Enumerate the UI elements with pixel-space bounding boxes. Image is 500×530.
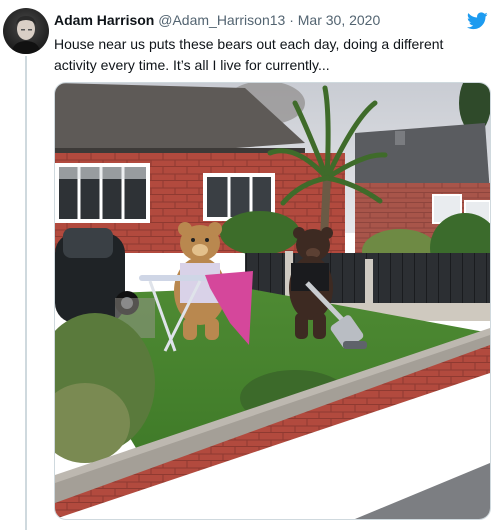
tweet-header: Adam Harrison @Adam_Harrison13 · Mar 30,… [54, 11, 380, 29]
tweet-photo[interactable] [54, 82, 491, 520]
separator: · [289, 12, 294, 28]
tweet-card: Adam Harrison @Adam_Harrison13 · Mar 30,… [0, 0, 500, 530]
display-name[interactable]: Adam Harrison [54, 12, 154, 28]
tweet-date[interactable]: Mar 30, 2020 [298, 12, 381, 28]
twitter-bird-icon[interactable] [467, 12, 488, 30]
thread-line [25, 56, 27, 530]
avatar[interactable] [3, 8, 49, 54]
bears-garden-photo [55, 83, 490, 519]
handle[interactable]: @Adam_Harrison13 [158, 12, 285, 28]
tweet-text: House near us puts these bears out each … [54, 36, 444, 73]
